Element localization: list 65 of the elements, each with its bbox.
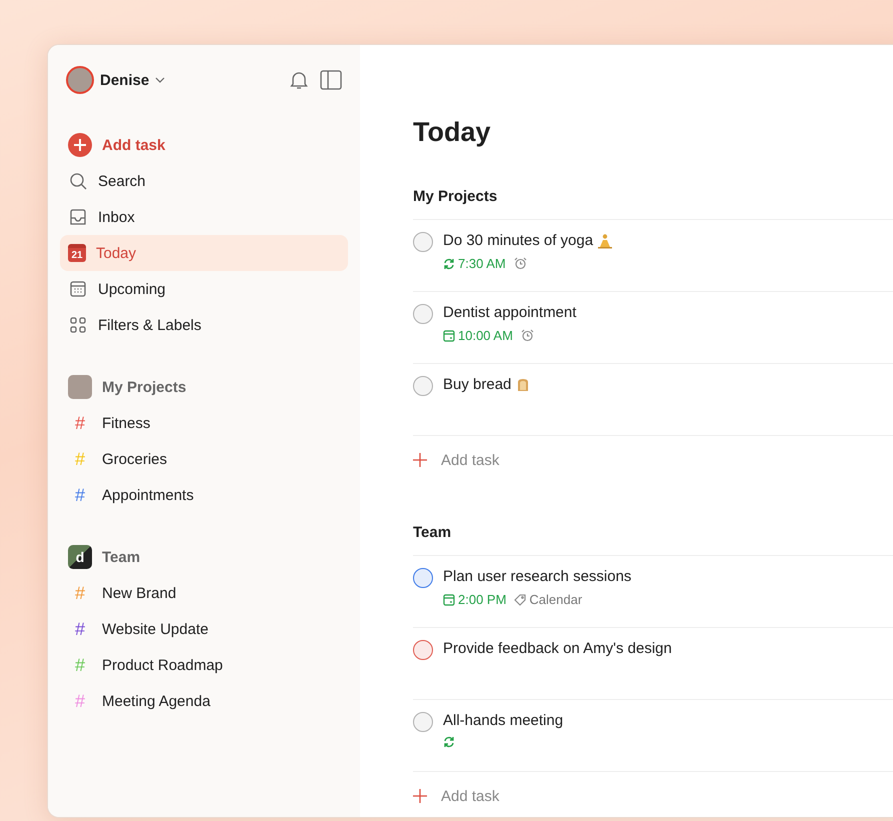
nav-item[interactable]: Add task — [60, 127, 348, 163]
avatar-placeholder — [68, 375, 92, 399]
nav-item[interactable]: Inbox — [60, 199, 348, 235]
sidebar-icon — [320, 70, 342, 90]
chevron-down-icon — [155, 77, 166, 83]
calendar-icon — [68, 279, 88, 299]
task-title: All-hands meeting — [443, 712, 564, 729]
project-item[interactable]: # Product Roadmap — [60, 647, 348, 683]
team-avatar: d — [68, 545, 92, 569]
hash-icon: # — [68, 412, 92, 434]
plus-icon — [68, 133, 92, 157]
project-group-header[interactable]: d Team — [60, 539, 348, 575]
tag-icon — [514, 594, 526, 606]
task-title: Provide feedback on Amy's design — [443, 640, 672, 657]
project-item[interactable]: # Fitness — [60, 405, 348, 441]
repeat-icon — [443, 258, 455, 270]
task-checkbox[interactable] — [413, 568, 433, 588]
due-time: 2:00 PM — [458, 592, 506, 607]
project-item[interactable]: # Groceries — [60, 441, 348, 477]
task-title: Buy bread — [443, 376, 512, 393]
repeat-icon — [443, 736, 455, 748]
add-task-button[interactable]: Add task — [413, 772, 893, 817]
task-title: Do 30 minutes of yoga — [443, 232, 594, 249]
plus-icon — [413, 789, 427, 803]
search-icon — [68, 171, 88, 191]
plus-icon — [413, 453, 427, 467]
hash-icon: # — [68, 484, 92, 506]
calendar-icon — [443, 330, 455, 342]
task-title: Plan user research sessions — [443, 568, 632, 585]
user-menu-button[interactable]: Denise — [94, 72, 166, 88]
meditating-person-icon — [597, 232, 614, 248]
task-title: Dentist appointment — [443, 304, 576, 321]
sidebar-toggle-button[interactable] — [318, 68, 344, 92]
task-checkbox[interactable] — [413, 712, 433, 732]
task-label: Calendar — [529, 592, 582, 607]
section-title: My Projects — [413, 188, 893, 220]
project-item[interactable]: # New Brand — [60, 575, 348, 611]
task-checkbox[interactable] — [413, 232, 433, 252]
project-item[interactable]: # Appointments — [60, 477, 348, 513]
hash-icon: # — [68, 690, 92, 712]
grid-icon — [68, 315, 88, 335]
bell-icon — [290, 70, 308, 90]
page-title: Today — [413, 117, 492, 148]
project-group-header[interactable]: My Projects — [60, 369, 348, 405]
section-title: Team — [413, 524, 893, 556]
task-checkbox[interactable] — [413, 304, 433, 324]
project-item[interactable]: # Meeting Agenda — [60, 683, 348, 719]
due-time: 10:00 AM — [458, 328, 513, 343]
due-time: 7:30 AM — [458, 256, 506, 271]
nav-item[interactable]: 21 Today — [60, 235, 348, 271]
nav-item[interactable]: Search — [60, 163, 348, 199]
add-task-button[interactable]: Add task — [413, 436, 893, 484]
hash-icon: # — [68, 618, 92, 640]
hash-icon: # — [68, 582, 92, 604]
calendar-icon — [443, 594, 455, 606]
project-item[interactable]: # Website Update — [60, 611, 348, 647]
calendar-icon: 21 — [68, 244, 86, 262]
nav-item[interactable]: Filters & Labels — [60, 307, 348, 343]
hash-icon: # — [68, 448, 92, 470]
hash-icon: # — [68, 654, 92, 676]
inbox-icon — [68, 207, 88, 227]
task-checkbox[interactable] — [413, 376, 433, 396]
task-checkbox[interactable] — [413, 640, 433, 660]
nav-item[interactable]: Upcoming — [60, 271, 348, 307]
user-avatar[interactable] — [66, 66, 94, 94]
